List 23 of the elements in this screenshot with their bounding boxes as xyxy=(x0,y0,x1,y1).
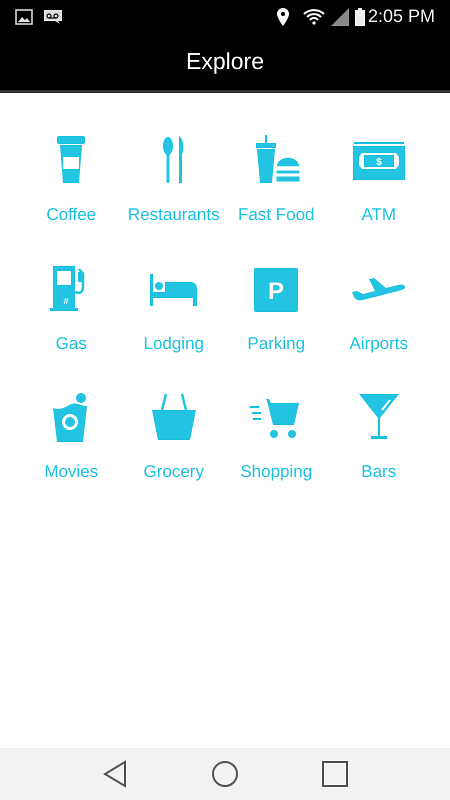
screen-title: Explore xyxy=(186,47,264,76)
location-icon xyxy=(276,8,289,26)
category-tile[interactable]: P Parking xyxy=(225,262,328,356)
voicemail-icon xyxy=(43,8,63,24)
category-tile[interactable]: # Gas xyxy=(20,262,122,356)
wifi-icon xyxy=(302,8,325,24)
category-tile[interactable]: Grocery xyxy=(122,390,225,484)
signal-icon xyxy=(330,8,349,26)
category-tile[interactable]: Movies xyxy=(20,390,122,484)
category-tile[interactable]: Restaurants xyxy=(122,133,225,228)
category-tile[interactable]: Coffee xyxy=(20,133,122,228)
clock-time: 2:05 PM xyxy=(368,5,435,28)
recent-apps-icon[interactable] xyxy=(322,761,348,787)
category-tile[interactable]: Fast Food xyxy=(225,133,328,228)
category-tile[interactable]: Shopping xyxy=(225,390,328,484)
category-tile[interactable]: $ ATM xyxy=(328,133,430,228)
back-icon[interactable] xyxy=(102,760,128,788)
category-tile[interactable]: Bars xyxy=(328,390,430,484)
battery-icon xyxy=(354,8,365,26)
category-tile[interactable]: Airports xyxy=(328,262,430,356)
image-icon xyxy=(15,8,33,24)
category-tile[interactable]: Lodging xyxy=(122,262,225,356)
home-icon[interactable] xyxy=(210,760,239,788)
